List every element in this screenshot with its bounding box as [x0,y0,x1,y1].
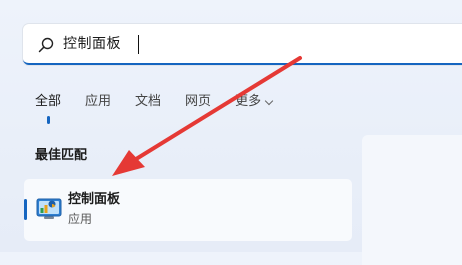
tab-all[interactable]: 全部 [35,92,61,112]
search-input[interactable]: 控制面板 [63,34,121,54]
active-tab-indicator [47,116,50,124]
best-match-result[interactable]: 控制面板 应用 [24,179,352,241]
selection-indicator [24,199,27,220]
search-box[interactable]: 控制面板 [23,24,462,65]
best-match-heading: 最佳匹配 [35,148,88,163]
tab-more[interactable]: 更多 [235,92,274,112]
tab-documents[interactable]: 文档 [135,92,161,112]
preview-panel [362,135,462,265]
result-subtitle: 应用 [68,212,93,226]
tab-web[interactable]: 网页 [185,92,211,112]
control-panel-icon [36,198,62,219]
chevron-down-icon [264,96,274,105]
search-icon [38,37,54,53]
tab-apps[interactable]: 应用 [85,92,111,112]
filter-tabs: 全部 应用 文档 网页 更多 [35,92,296,124]
tab-more-label: 更多 [235,94,262,109]
text-caret [138,35,139,54]
result-title: 控制面板 [68,192,121,207]
